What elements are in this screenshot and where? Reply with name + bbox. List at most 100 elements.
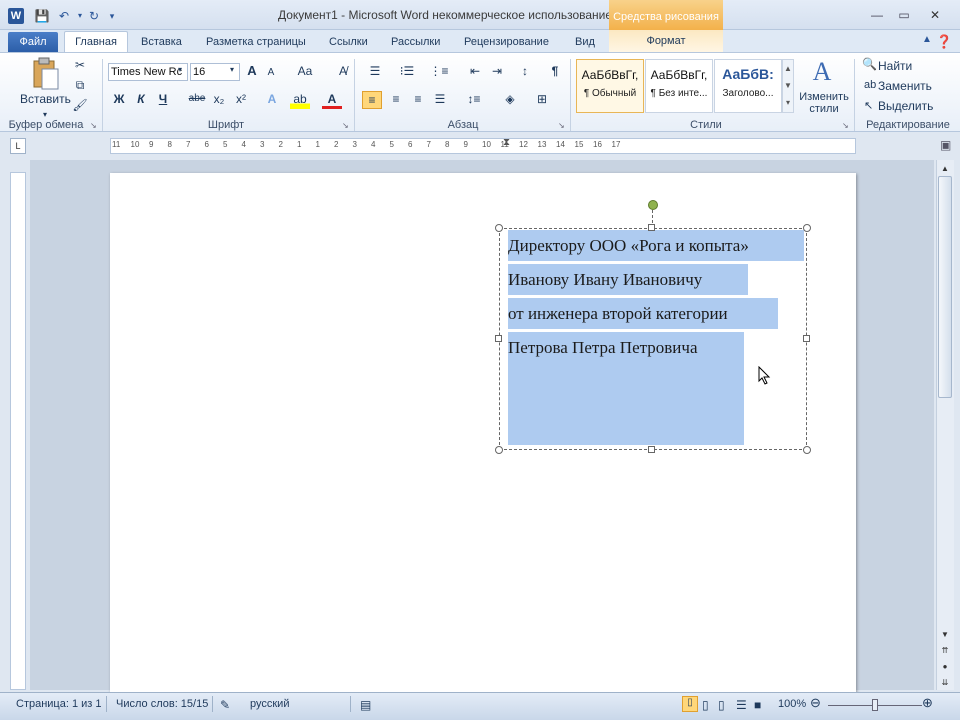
zoom-slider-thumb[interactable] — [872, 699, 878, 711]
tab-page-layout[interactable]: Разметка страницы — [206, 34, 306, 50]
text-line[interactable]: от инженера второй категории — [508, 298, 778, 329]
font-color-icon[interactable]: A — [322, 91, 342, 109]
style-no-spacing[interactable]: АаБбВвГг, ¶ Без инте... — [645, 59, 713, 113]
pilcrow-icon[interactable]: ¶ — [546, 63, 564, 81]
text-effects-icon[interactable]: A — [262, 91, 282, 109]
scroll-thumb[interactable] — [938, 176, 952, 398]
prev-page-icon[interactable]: ⇈ — [938, 644, 952, 658]
sort-icon[interactable]: ↕ — [516, 63, 534, 81]
replace-icon[interactable]: ab — [864, 79, 876, 91]
next-page-icon[interactable]: ⇊ — [938, 676, 952, 690]
dialog-launcher-icon[interactable]: ↘ — [558, 121, 565, 130]
strikethrough-button[interactable]: abe — [186, 91, 208, 109]
dialog-launcher-icon[interactable]: ↘ — [842, 121, 849, 130]
resize-handle[interactable] — [803, 335, 810, 342]
align-right-icon[interactable]: ≡ — [408, 91, 428, 109]
grow-font-button[interactable]: A — [244, 63, 260, 81]
borders-icon[interactable]: ⊞ — [530, 91, 554, 109]
tab-mailings[interactable]: Рассылки — [391, 34, 440, 50]
tab-selector[interactable]: L — [10, 138, 26, 154]
page-count[interactable]: Страница: 1 из 1 — [16, 698, 102, 710]
zoom-out-icon[interactable]: ⊖ — [810, 695, 821, 711]
dialog-launcher-icon[interactable]: ↘ — [90, 121, 97, 130]
tab-view[interactable]: Вид — [575, 34, 595, 50]
underline-button[interactable]: Ч — [154, 91, 172, 109]
minimize-ribbon-icon[interactable]: ▲ — [922, 34, 932, 45]
shading-icon[interactable]: ◈ — [498, 91, 522, 109]
shrink-font-button[interactable]: A — [264, 65, 278, 83]
format-painter-icon[interactable]: 🖌 — [72, 97, 88, 115]
select-icon[interactable]: ↖ — [864, 99, 873, 112]
bullets-icon[interactable]: ☰ — [364, 63, 386, 81]
rotate-handle[interactable] — [648, 200, 658, 210]
print-layout-icon[interactable]: ▯ — [682, 696, 698, 712]
resize-handle[interactable] — [803, 224, 811, 232]
tab-references[interactable]: Ссылки — [329, 34, 368, 50]
tab-home[interactable]: Главная — [64, 31, 128, 53]
zoom-level[interactable]: 100% — [778, 698, 806, 710]
select-button[interactable]: Выделить — [878, 98, 933, 114]
tab-file[interactable]: Файл — [8, 32, 58, 52]
numbering-icon[interactable]: ⁝☰ — [396, 63, 418, 81]
full-screen-reading-icon[interactable]: ▯ — [702, 698, 709, 712]
replace-button[interactable]: Заменить — [878, 78, 932, 94]
find-button[interactable]: Найти — [878, 58, 912, 74]
tab-insert[interactable]: Вставка — [141, 34, 182, 50]
change-styles-button[interactable]: Изменить стили — [796, 91, 852, 119]
macro-icon[interactable]: ▤ — [360, 698, 371, 712]
clear-format-icon[interactable]: A̸ — [334, 63, 352, 81]
change-styles-icon[interactable]: A — [806, 57, 838, 87]
chevron-down-icon[interactable]: ▾ — [178, 65, 182, 74]
text-line[interactable]: Иванову Ивану Ивановичу — [508, 264, 748, 295]
change-case-button[interactable]: Aa — [294, 63, 316, 81]
resize-handle[interactable] — [803, 446, 811, 454]
vertical-ruler[interactable] — [10, 172, 26, 690]
resize-handle[interactable] — [648, 446, 655, 453]
bold-button[interactable]: Ж — [110, 91, 128, 109]
resize-handle[interactable] — [495, 335, 502, 342]
draft-icon[interactable]: ■ — [754, 698, 761, 712]
help-icon[interactable]: ❓ — [936, 34, 952, 50]
increase-indent-icon[interactable]: ⇥ — [488, 63, 506, 81]
highlight-icon[interactable]: ab — [290, 91, 310, 109]
subscript-button[interactable]: x₂ — [210, 91, 228, 109]
multilevel-list-icon[interactable]: ⋮≡ — [428, 63, 450, 81]
language[interactable]: русский — [250, 698, 289, 710]
find-icon[interactable]: 🔍 — [862, 57, 877, 71]
styles-scroll[interactable]: ▲ ▼ ▾ — [782, 59, 794, 113]
maximize-icon[interactable]: ▭ — [893, 6, 915, 24]
scroll-down-icon[interactable]: ▼ — [938, 628, 952, 642]
text-line[interactable]: Петрова Петра Петровича — [508, 332, 744, 363]
align-center-icon[interactable]: ≡ — [386, 91, 406, 109]
justify-icon[interactable]: ☰ — [430, 91, 450, 109]
copy-icon[interactable]: ⧉ — [72, 77, 88, 95]
cut-icon[interactable]: ✂ — [72, 57, 88, 75]
view-ruler-icon[interactable]: ▣ — [940, 138, 951, 152]
superscript-button[interactable]: x² — [232, 91, 250, 109]
word-count[interactable]: Число слов: 15/15 — [116, 698, 208, 710]
tab-review[interactable]: Рецензирование — [464, 34, 549, 50]
resize-handle[interactable] — [648, 224, 655, 231]
scroll-up-icon[interactable]: ▲ — [938, 162, 952, 176]
style-heading[interactable]: АаБбВ: Заголово... — [714, 59, 782, 113]
paste-icon[interactable] — [28, 57, 62, 93]
browse-object-icon[interactable]: ● — [938, 660, 952, 674]
outline-icon[interactable]: ☰ — [736, 698, 747, 712]
align-left-icon[interactable]: ≡ — [362, 91, 382, 109]
italic-button[interactable]: К — [132, 91, 150, 109]
tab-format[interactable]: Формат — [609, 30, 723, 52]
zoom-in-icon[interactable]: ⊕ — [922, 695, 933, 711]
line-spacing-icon[interactable]: ↕≡ — [462, 91, 486, 109]
decrease-indent-icon[interactable]: ⇤ — [466, 63, 484, 81]
proofing-icon[interactable]: ✎ — [220, 698, 230, 712]
resize-handle[interactable] — [495, 446, 503, 454]
text-line[interactable]: Директору ООО «Рога и копыта» — [508, 230, 804, 261]
minimize-icon[interactable]: — — [866, 6, 888, 24]
web-layout-icon[interactable]: ▯ — [718, 698, 725, 712]
dialog-launcher-icon[interactable]: ↘ — [342, 121, 349, 130]
indent-marker[interactable]: ⧗ — [503, 137, 510, 148]
resize-handle[interactable] — [495, 224, 503, 232]
chevron-down-icon[interactable]: ▾ — [230, 65, 234, 74]
close-icon[interactable]: ✕ — [924, 6, 946, 24]
style-normal[interactable]: АаБбВвГг, ¶ Обычный — [576, 59, 644, 113]
